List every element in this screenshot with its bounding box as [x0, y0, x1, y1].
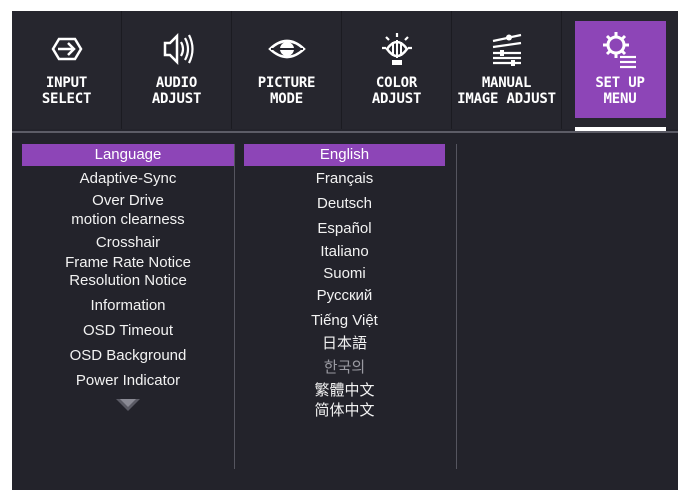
language-option-francais[interactable]: Français — [244, 170, 445, 188]
header-divider — [12, 131, 678, 133]
osd-menu: INPUT SELECT AUDIO ADJUST PICTURE MODE C… — [12, 11, 678, 490]
language-option-traditional-chinese[interactable]: 繁體中文 — [244, 382, 445, 400]
language-option-deutsch[interactable]: Deutsch — [244, 195, 445, 213]
menu-item-information[interactable]: Information — [22, 297, 234, 315]
tab-manual-image-adjust[interactable]: MANUAL IMAGE ADJUST — [452, 11, 562, 129]
menu-item-power-indicator[interactable]: Power Indicator — [22, 372, 234, 390]
tab-label: MANUAL IMAGE ADJUST — [457, 75, 556, 107]
tab-label: INPUT SELECT — [41, 75, 92, 107]
menu-item-over-drive[interactable]: Over Drive — [22, 192, 234, 210]
gear-list-icon — [565, 29, 675, 69]
tab-label: COLOR ADJUST — [371, 75, 422, 107]
menu-item-osd-background[interactable]: OSD Background — [22, 347, 234, 365]
language-option-suomi[interactable]: Suomi — [244, 265, 445, 283]
sliders-icon — [452, 29, 561, 69]
column-divider — [456, 144, 457, 469]
menu-item-adaptive-sync[interactable]: Adaptive-Sync — [22, 170, 234, 188]
language-option-italiano[interactable]: Italiano — [244, 243, 445, 261]
language-option-japanese[interactable]: 日本語 — [244, 335, 445, 353]
tab-label: PICTURE MODE — [257, 75, 316, 107]
color-bulb-icon — [342, 29, 451, 69]
tab-picture-mode[interactable]: PICTURE MODE — [232, 11, 342, 129]
language-option-english[interactable]: English — [244, 144, 445, 166]
menu-item-motion-clearness[interactable]: motion clearness — [22, 211, 234, 229]
eye-icon — [232, 29, 341, 69]
menu-item-crosshair[interactable]: Crosshair — [22, 234, 234, 252]
menu-item-osd-timeout[interactable]: OSD Timeout — [22, 322, 234, 340]
tab-label: SET UP MENU — [595, 75, 645, 107]
language-option-espanol[interactable]: Español — [244, 220, 445, 238]
language-option-vietnamese[interactable]: Tiếng Việt — [244, 312, 445, 330]
menu-item-language[interactable]: Language — [22, 144, 234, 166]
tab-input-select[interactable]: INPUT SELECT — [12, 11, 122, 129]
scroll-down-arrow-icon[interactable] — [22, 397, 234, 413]
language-option-simplified-chinese[interactable]: 简体中文 — [244, 402, 445, 420]
tab-label: AUDIO ADJUST — [151, 75, 202, 107]
tab-color-adjust[interactable]: COLOR ADJUST — [342, 11, 452, 129]
menu-item-frame-rate-notice[interactable]: Frame Rate Notice — [22, 254, 234, 272]
input-arrow-icon — [12, 29, 121, 69]
top-tab-bar: INPUT SELECT AUDIO ADJUST PICTURE MODE C… — [12, 11, 678, 131]
menu-item-resolution-notice[interactable]: Resolution Notice — [22, 272, 234, 290]
speaker-icon — [122, 29, 231, 69]
tab-set-up-menu[interactable]: SET UP MENU — [565, 11, 675, 131]
tab-audio-adjust[interactable]: AUDIO ADJUST — [122, 11, 232, 129]
language-option-korean[interactable]: 한국의 — [244, 359, 445, 377]
column-divider — [234, 144, 235, 469]
language-option-russian[interactable]: Русский — [244, 287, 445, 305]
